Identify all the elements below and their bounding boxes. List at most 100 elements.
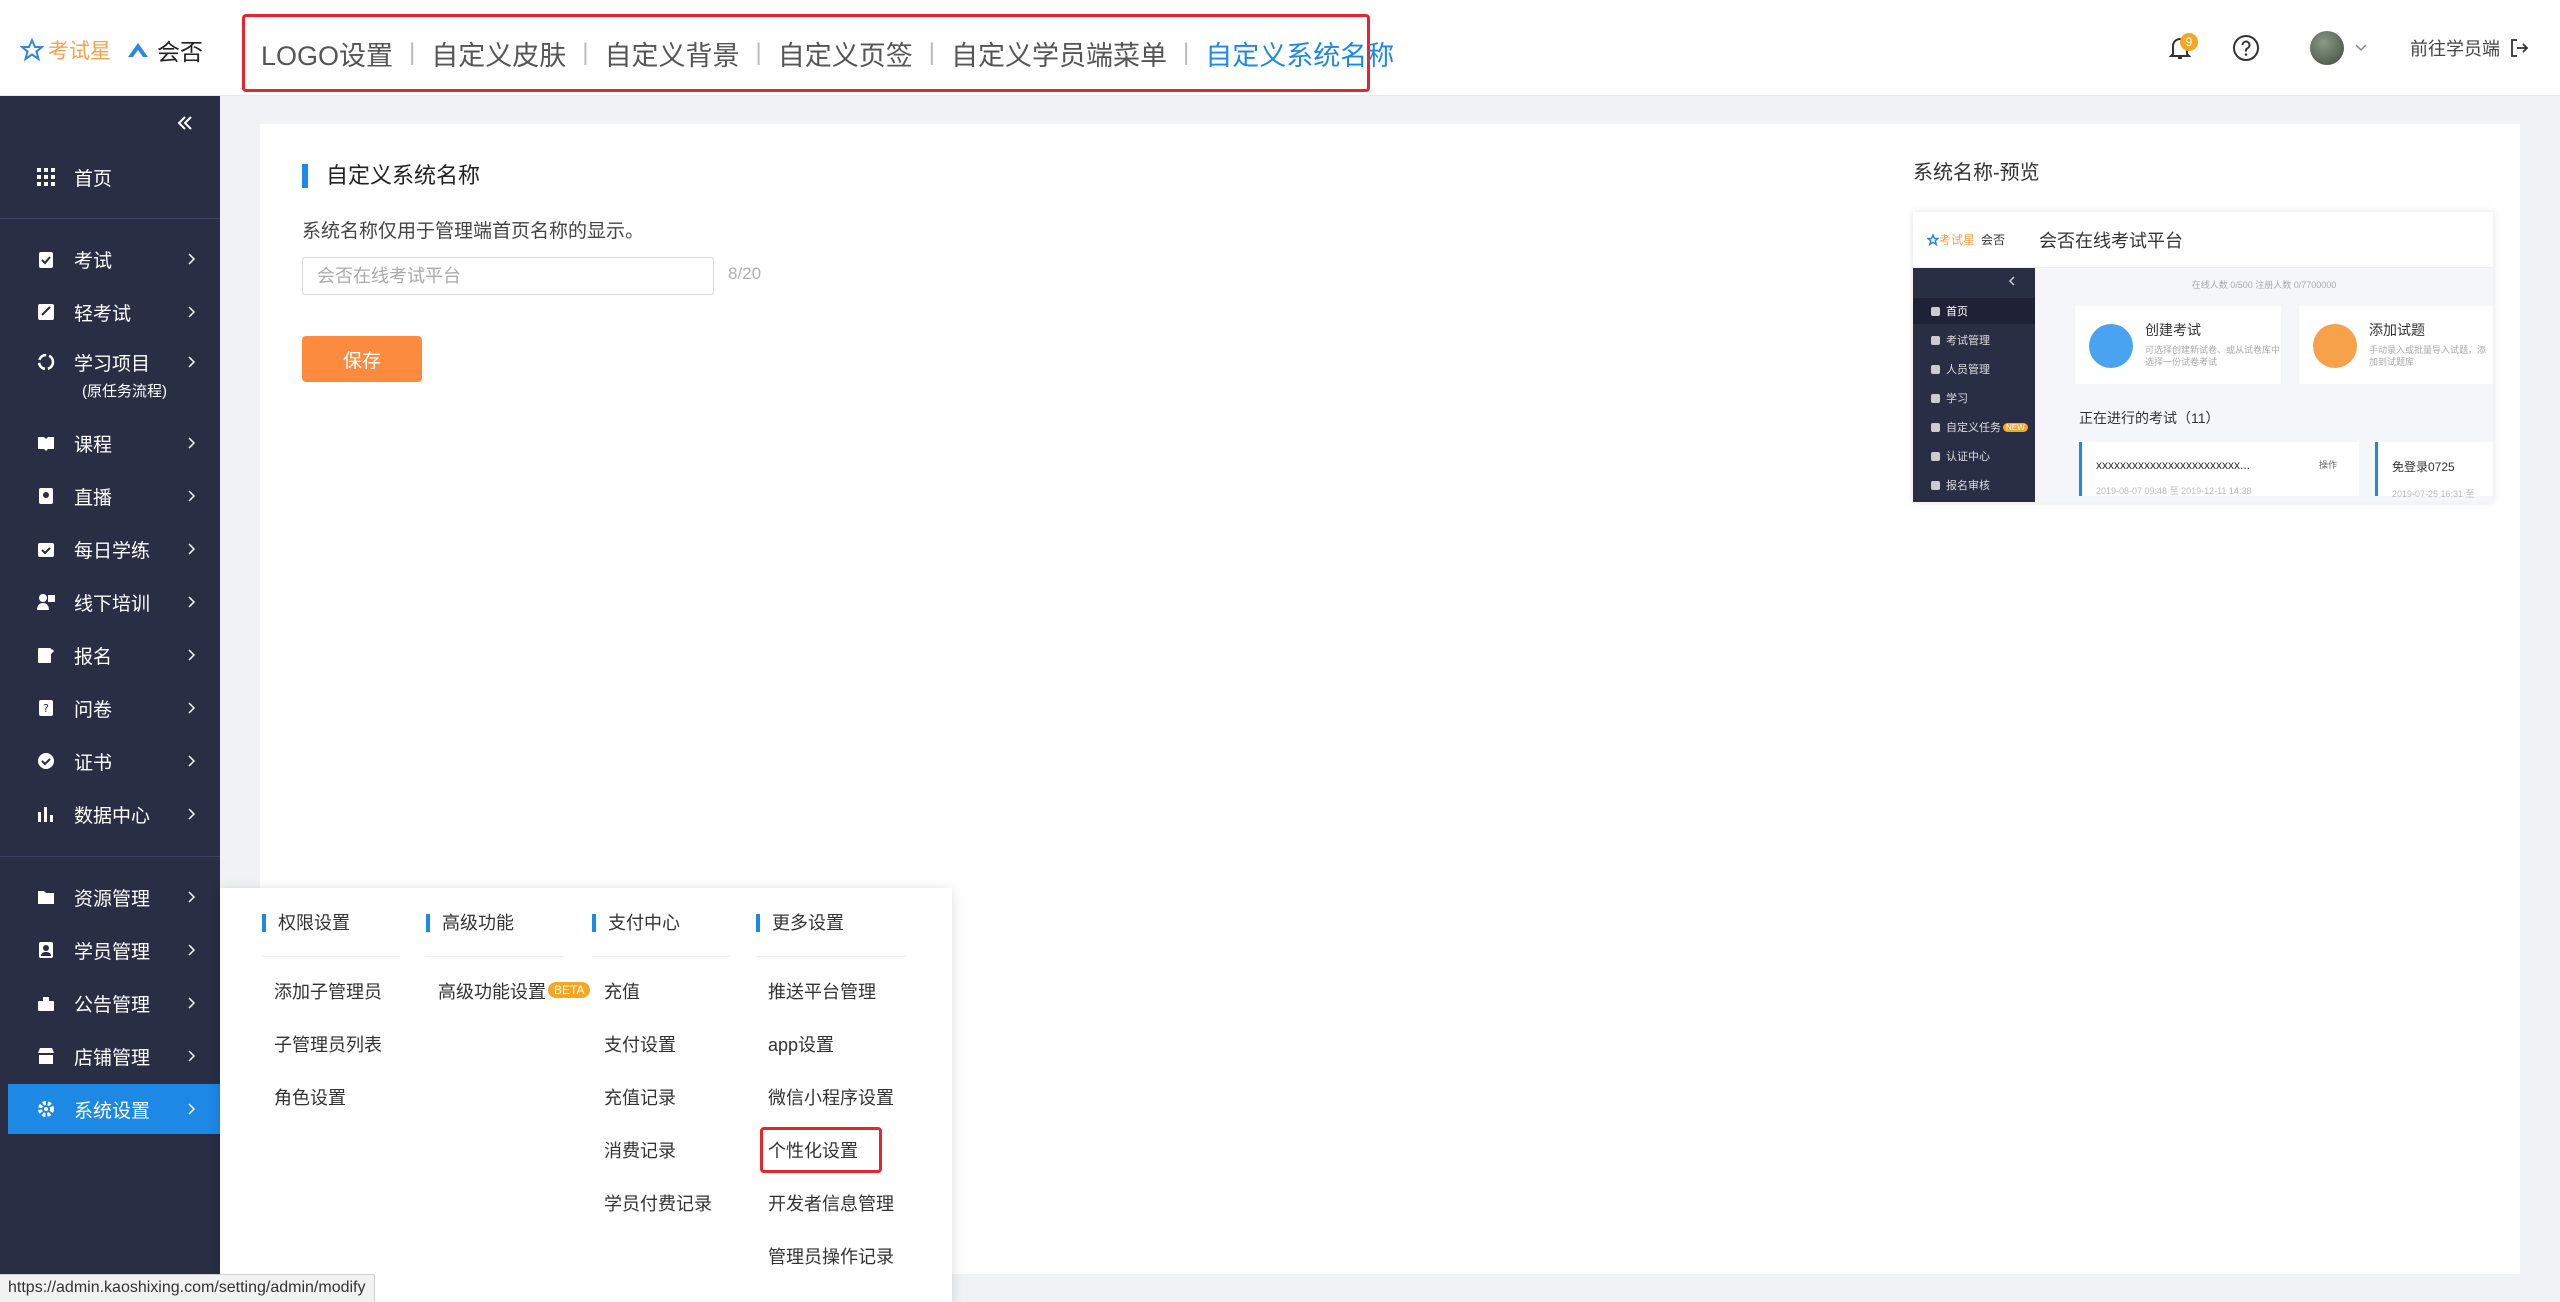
- preview-exam-card: xxxxxxxxxxxxxxxxxxxxxxxx... 2019-08-07 0…: [2079, 442, 2359, 496]
- header-actions: 9 前往学员端: [2160, 26, 2530, 70]
- sidebar-item-announcements[interactable]: 公告管理: [0, 978, 220, 1028]
- bar-chart-icon: [36, 804, 56, 824]
- sidebar-item-store[interactable]: 店铺管理: [0, 1031, 220, 1081]
- preview-create-exam-card: 创建考试 可选择创建新试卷、或从试卷库中选择一份试卷考试: [2075, 306, 2281, 384]
- tab-custom-page-tab[interactable]: 自定义页签: [778, 34, 913, 73]
- flyout-item-recharge-records[interactable]: 充值记录: [604, 1084, 676, 1110]
- sidebar-item-students[interactable]: 学员管理: [0, 925, 220, 975]
- logo-right-text: 会否: [157, 39, 203, 65]
- save-button[interactable]: 保存: [302, 336, 422, 382]
- goto-student-link[interactable]: 前往学员端: [2410, 35, 2530, 61]
- store-icon: [36, 1046, 56, 1066]
- brand-logo[interactable]: 考试星 会否: [20, 30, 203, 70]
- preview-menu-item: 考试管理: [1931, 332, 1990, 348]
- chevron-right-icon: [188, 808, 196, 820]
- exam-action: 操作: [2318, 460, 2337, 470]
- sidebar-item-data-center[interactable]: 数据中心: [0, 789, 220, 839]
- tab-custom-skin[interactable]: 自定义皮肤: [431, 34, 566, 73]
- sidebar-item-label: 报名: [74, 646, 113, 668]
- preview-menu-label: 认证中心: [1946, 451, 1990, 463]
- sidebar-item-label: 首页: [74, 168, 113, 190]
- settings-tab-bar: LOGO设置 | 自定义皮肤 | 自定义背景 | 自定义页签 | 自定义学员端菜…: [242, 14, 1394, 92]
- chevron-down-icon[interactable]: [2354, 43, 2368, 53]
- sidebar-item-label: 证书: [74, 752, 113, 774]
- flyout-header-advanced: 高级功能: [426, 914, 514, 932]
- recycle-icon: [36, 352, 56, 372]
- flyout-item-student-payment-records[interactable]: 学员付费记录: [604, 1190, 712, 1216]
- certificate-icon: [36, 751, 56, 771]
- add-question-icon: [2313, 324, 2357, 368]
- sidebar-item-survey[interactable]: ? 问卷: [0, 683, 220, 733]
- double-chevron-left-icon: [177, 116, 192, 130]
- card-desc: 手动录入或批量导入试题，添加到试题库: [2369, 345, 2487, 367]
- sidebar-item-system-settings[interactable]: 系统设置: [8, 1084, 220, 1134]
- flyout-item-app-settings[interactable]: app设置: [768, 1031, 834, 1057]
- create-exam-icon: [2089, 324, 2133, 368]
- flyout-item-add-sub-admin[interactable]: 添加子管理员: [274, 978, 382, 1004]
- tab-custom-student-menu[interactable]: 自定义学员端菜单: [951, 34, 1167, 73]
- book-icon: [36, 433, 56, 453]
- flyout-item-advanced-settings[interactable]: 高级功能设置 BETA: [438, 978, 591, 1004]
- sidebar-item-light-exam[interactable]: 轻考试: [0, 287, 220, 337]
- exam-title: 免登录0725: [2392, 460, 2455, 474]
- flyout-item-developer-info[interactable]: 开发者信息管理: [768, 1190, 894, 1216]
- notification-button[interactable]: 9: [2160, 28, 2200, 68]
- card-title: 创建考试: [2145, 322, 2201, 338]
- chevron-right-icon: [188, 543, 196, 555]
- tab-separator: |: [582, 39, 589, 66]
- avatar[interactable]: [2310, 31, 2344, 65]
- preview-menu-item: 人员管理: [1931, 361, 1990, 377]
- grid-icon: [36, 167, 56, 187]
- sidebar-divider: [0, 856, 220, 857]
- chevron-right-icon: [188, 755, 196, 767]
- flyout-divider: [592, 956, 730, 957]
- live-icon: [36, 486, 56, 506]
- flyout-item-mini-program-settings[interactable]: 微信小程序设置: [768, 1084, 894, 1110]
- sidebar-item-exam[interactable]: 考试: [0, 234, 220, 284]
- sidebar-item-label: 线下培训: [74, 593, 151, 615]
- flyout-item-recharge[interactable]: 充值: [604, 978, 640, 1004]
- sidebar-item-label: 直播: [74, 487, 113, 509]
- sidebar-item-label: 问卷: [74, 699, 113, 721]
- sidebar-item-resources[interactable]: 资源管理: [0, 872, 220, 922]
- tab-custom-system-name[interactable]: 自定义系统名称: [1205, 34, 1394, 73]
- sidebar-item-signup[interactable]: 报名: [0, 630, 220, 680]
- training-icon: [36, 592, 56, 612]
- help-icon: [2233, 35, 2259, 61]
- student-icon: [36, 940, 56, 960]
- sidebar-item-daily-practice[interactable]: 每日学练: [0, 524, 220, 574]
- flyout-item-role-settings[interactable]: 角色设置: [274, 1084, 346, 1110]
- beta-badge: BETA: [548, 982, 591, 998]
- sidebar-item-label: 数据中心: [74, 805, 151, 827]
- flyout-item-consumption-records[interactable]: 消费记录: [604, 1137, 676, 1163]
- flyout-divider: [756, 956, 906, 957]
- preview-menu-item: 认证中心: [1931, 448, 1990, 464]
- flyout-divider: [262, 956, 400, 957]
- flyout-item-payment-settings[interactable]: 支付设置: [604, 1031, 676, 1057]
- sidebar-item-home[interactable]: 首页: [0, 152, 220, 202]
- preview-logo-left: 考试星: [1939, 233, 1976, 247]
- sidebar-item-offline-training[interactable]: 线下培训: [0, 577, 220, 627]
- help-button[interactable]: [2226, 28, 2266, 68]
- flyout-item-admin-logs[interactable]: 管理员操作记录: [768, 1243, 894, 1269]
- sidebar-item-live[interactable]: 直播: [0, 471, 220, 521]
- system-name-input[interactable]: [302, 257, 714, 295]
- preview-menu-item: 学习: [1931, 390, 1968, 406]
- sidebar-item-course[interactable]: 课程: [0, 418, 220, 468]
- sidebar-item-label: 轻考试: [74, 303, 132, 325]
- chevron-right-icon: [188, 997, 196, 1009]
- preview-sidebar: 首页 考试管理 人员管理 学习 自定义任务 NEW 认证中心 报名审核: [1913, 268, 2035, 502]
- chevron-right-icon: [188, 1103, 196, 1115]
- sidebar-item-sublabel: (原任务流程): [82, 383, 167, 400]
- collapse-sidebar-button[interactable]: [176, 114, 194, 137]
- tab-logo-settings[interactable]: LOGO设置: [261, 34, 393, 73]
- chevron-right-icon: [188, 649, 196, 661]
- preview-menu-badge: NEW: [2003, 422, 2028, 432]
- tab-separator: |: [755, 39, 762, 66]
- top-header: 考试星 会否 LOGO设置 | 自定义皮肤 | 自定义背景 | 自定义页签 | …: [0, 0, 2560, 96]
- sidebar-item-certificate[interactable]: 证书: [0, 736, 220, 786]
- chevron-right-icon: [188, 253, 196, 265]
- flyout-item-push-platform[interactable]: 推送平台管理: [768, 978, 876, 1004]
- tab-custom-background[interactable]: 自定义背景: [605, 34, 740, 73]
- flyout-item-sub-admin-list[interactable]: 子管理员列表: [274, 1031, 382, 1057]
